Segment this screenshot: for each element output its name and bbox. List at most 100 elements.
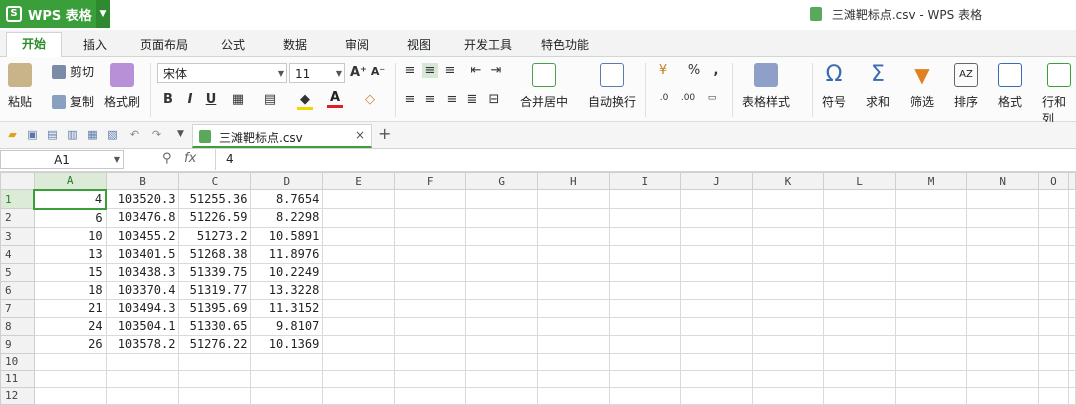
thousands-separator-icon[interactable]: , bbox=[708, 63, 724, 78]
cell[interactable] bbox=[393, 280, 467, 300]
cell[interactable] bbox=[465, 369, 538, 388]
cell[interactable] bbox=[680, 316, 753, 336]
cell[interactable] bbox=[393, 208, 467, 228]
cell[interactable] bbox=[393, 226, 467, 246]
cell[interactable] bbox=[1068, 280, 1076, 300]
cell[interactable] bbox=[322, 352, 395, 371]
column-header[interactable]: F bbox=[393, 172, 467, 190]
row-header[interactable]: 2 bbox=[0, 208, 35, 228]
cell[interactable] bbox=[751, 316, 825, 336]
cell[interactable] bbox=[966, 316, 1039, 336]
cell[interactable] bbox=[1037, 334, 1070, 354]
cell[interactable] bbox=[751, 244, 825, 264]
row-header[interactable]: 4 bbox=[0, 244, 35, 264]
cell[interactable] bbox=[966, 386, 1039, 405]
rows-cols-button[interactable]: 行和列 bbox=[1042, 63, 1076, 127]
cell[interactable] bbox=[608, 226, 682, 246]
cell[interactable] bbox=[105, 352, 180, 371]
cell[interactable]: 10.5891 bbox=[250, 226, 324, 246]
increase-font-icon[interactable]: A⁺ bbox=[350, 65, 367, 80]
cell[interactable]: 103578.2 bbox=[105, 334, 180, 354]
cell[interactable] bbox=[751, 226, 825, 246]
cell[interactable]: 24 bbox=[33, 316, 107, 336]
new-tab-plus-icon[interactable]: + bbox=[378, 124, 391, 143]
cell[interactable] bbox=[608, 208, 682, 228]
cell[interactable] bbox=[537, 262, 610, 282]
cell[interactable] bbox=[751, 208, 825, 228]
cell[interactable] bbox=[966, 244, 1039, 264]
cell[interactable] bbox=[608, 244, 682, 264]
cell[interactable] bbox=[322, 386, 395, 405]
cell[interactable] bbox=[393, 352, 467, 371]
cell[interactable] bbox=[823, 244, 896, 264]
cell[interactable] bbox=[393, 189, 467, 209]
formula-input[interactable]: 4 bbox=[215, 149, 1076, 170]
cell[interactable] bbox=[823, 189, 896, 209]
distribute-icon[interactable]: ⊟ bbox=[486, 92, 502, 107]
row-header[interactable]: 12 bbox=[0, 386, 35, 405]
cell[interactable] bbox=[608, 352, 682, 371]
cell-fill-pattern-icon[interactable]: ▤ bbox=[262, 92, 278, 107]
borders-icon[interactable]: ▦ bbox=[230, 92, 246, 107]
cell[interactable]: 18 bbox=[33, 280, 107, 300]
cell[interactable] bbox=[680, 386, 753, 405]
tab-home[interactable]: 开始 bbox=[6, 32, 62, 58]
cell[interactable] bbox=[537, 369, 610, 388]
cell[interactable] bbox=[966, 208, 1039, 228]
cell[interactable]: 4 bbox=[33, 188, 108, 210]
paste-button[interactable]: 粘贴 bbox=[8, 63, 32, 110]
row-header[interactable]: 9 bbox=[0, 334, 35, 354]
cell[interactable] bbox=[1068, 262, 1076, 282]
cell[interactable] bbox=[680, 208, 753, 228]
row-header[interactable]: 1 bbox=[0, 189, 35, 209]
cell[interactable] bbox=[894, 316, 968, 336]
cell[interactable] bbox=[823, 369, 896, 388]
cell[interactable] bbox=[178, 369, 252, 388]
cell[interactable] bbox=[966, 226, 1039, 246]
align-middle-icon[interactable]: ≡ bbox=[422, 63, 438, 78]
cell[interactable]: 103494.3 bbox=[105, 298, 180, 318]
cell[interactable] bbox=[751, 262, 825, 282]
open-folder-icon[interactable]: ▰ bbox=[6, 128, 19, 141]
cell[interactable] bbox=[537, 334, 610, 354]
cell[interactable] bbox=[1037, 352, 1070, 371]
cell[interactable] bbox=[1068, 298, 1076, 318]
cell[interactable] bbox=[1068, 244, 1076, 264]
tab-review[interactable]: 审阅 bbox=[334, 34, 380, 56]
cell[interactable] bbox=[322, 244, 395, 264]
merge-center-button[interactable]: 合并居中 bbox=[520, 63, 568, 110]
tab-formulas[interactable]: 公式 bbox=[210, 34, 256, 56]
row-header[interactable]: 10 bbox=[0, 352, 35, 371]
cell[interactable] bbox=[322, 298, 395, 318]
cell[interactable] bbox=[1037, 262, 1070, 282]
cell[interactable] bbox=[465, 352, 538, 371]
cell[interactable] bbox=[537, 226, 610, 246]
cell[interactable] bbox=[1037, 189, 1070, 209]
cell[interactable] bbox=[894, 298, 968, 318]
cell[interactable] bbox=[894, 208, 968, 228]
cell[interactable] bbox=[823, 262, 896, 282]
sheet-table[interactable]: A B C D E F G H I J K L M N O 1 4 103520.3… bbox=[0, 172, 1076, 405]
cell[interactable] bbox=[322, 280, 395, 300]
format-painter-button[interactable]: 格式刷 bbox=[104, 63, 140, 110]
cell[interactable] bbox=[751, 280, 825, 300]
font-size-select[interactable]: 11 ▼ bbox=[289, 63, 345, 83]
cell[interactable] bbox=[393, 262, 467, 282]
cell[interactable] bbox=[894, 280, 968, 300]
symbol-button[interactable]: Ω 符号 bbox=[822, 63, 846, 110]
cell[interactable] bbox=[322, 208, 395, 228]
chevron-down-icon[interactable]: ▼ bbox=[174, 128, 187, 141]
cell[interactable]: 51339.75 bbox=[178, 262, 252, 282]
cell[interactable] bbox=[680, 280, 753, 300]
cell[interactable] bbox=[393, 298, 467, 318]
cell[interactable] bbox=[322, 316, 395, 336]
cell[interactable] bbox=[465, 226, 538, 246]
format-button[interactable]: 格式 bbox=[998, 63, 1022, 110]
cell[interactable] bbox=[393, 244, 467, 264]
cell[interactable]: 51276.22 bbox=[178, 334, 252, 354]
cell[interactable] bbox=[1068, 189, 1076, 209]
cell[interactable]: 51255.36 bbox=[178, 189, 252, 209]
currency-format-icon[interactable]: ¥ bbox=[655, 63, 671, 78]
preview-icon[interactable]: ▧ bbox=[106, 128, 119, 141]
cell[interactable] bbox=[537, 208, 610, 228]
